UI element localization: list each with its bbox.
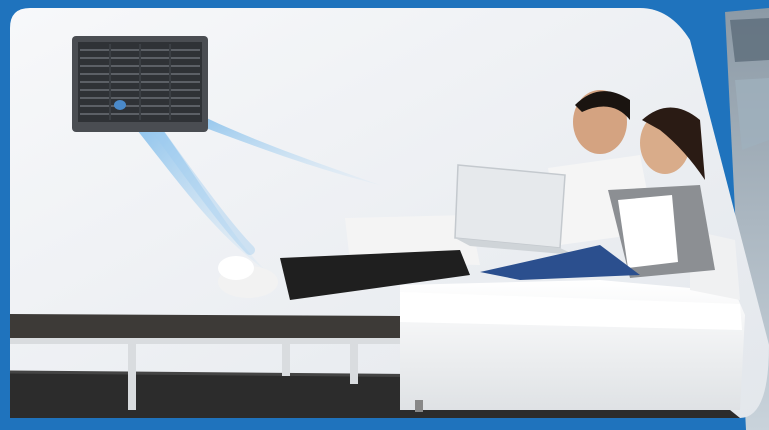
ac-living-room-photo [9, 8, 769, 430]
photo-frame [0, 0, 769, 430]
air-conditioner-icon [72, 36, 208, 132]
laptop [454, 164, 575, 255]
